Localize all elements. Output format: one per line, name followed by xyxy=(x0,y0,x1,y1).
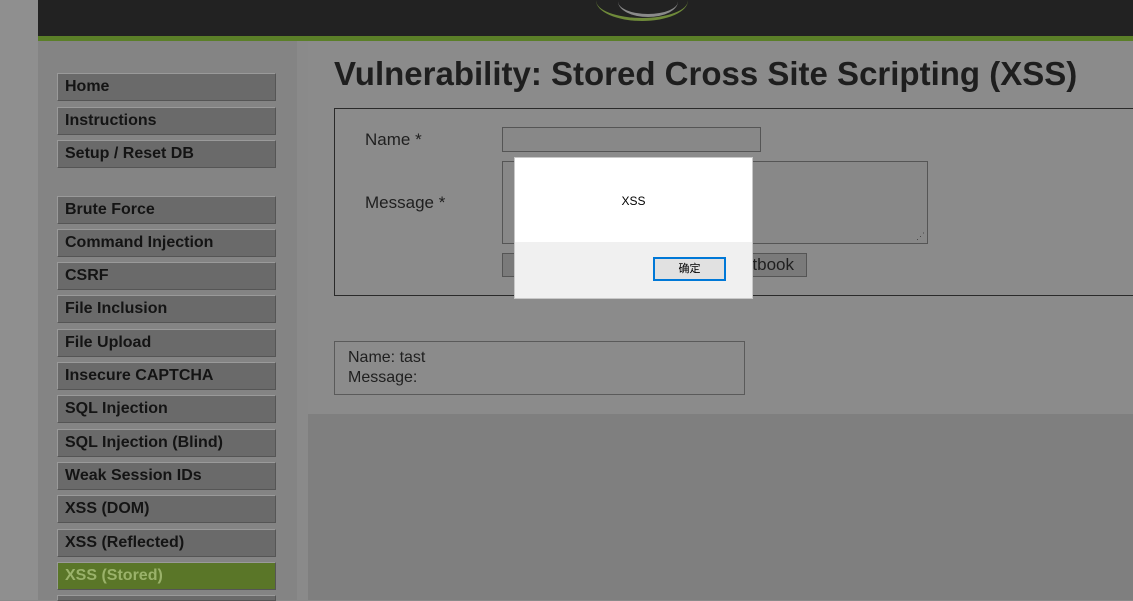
menu-item-partial[interactable] xyxy=(57,595,276,601)
name-label: Name * xyxy=(365,130,422,149)
top-header xyxy=(38,0,1133,36)
name-input[interactable] xyxy=(502,127,761,152)
page-title: Vulnerability: Stored Cross Site Scripti… xyxy=(334,55,1078,92)
menu-sql-injection-blind[interactable]: SQL Injection (Blind) xyxy=(57,429,276,457)
menu-home[interactable]: Home xyxy=(57,73,276,101)
menu-instructions[interactable]: Instructions xyxy=(57,107,276,135)
menu-setup-reset-db[interactable]: Setup / Reset DB xyxy=(57,140,276,168)
menu-sql-injection[interactable]: SQL Injection xyxy=(57,395,276,423)
entry-name: Name: tast xyxy=(348,349,426,366)
menu-command-injection[interactable]: Command Injection xyxy=(57,229,276,257)
left-gutter xyxy=(0,0,38,600)
menu-csrf[interactable]: CSRF xyxy=(57,262,276,290)
entry-message: Message: xyxy=(348,369,418,386)
menu-brute-force[interactable]: Brute Force xyxy=(57,196,276,224)
menu-xss-stored[interactable]: XSS (Stored) xyxy=(57,562,276,590)
menu-xss-dom[interactable]: XSS (DOM) xyxy=(57,495,276,523)
alert-footer: 确定 xyxy=(515,242,752,298)
content-background xyxy=(308,414,1133,600)
alert-dialog: XSS 确定 xyxy=(514,157,753,299)
menu-weak-session-ids[interactable]: Weak Session IDs xyxy=(57,462,276,490)
menu-xss-reflected[interactable]: XSS (Reflected) xyxy=(57,529,276,557)
menu-file-inclusion[interactable]: File Inclusion xyxy=(57,295,276,323)
resize-grip-icon[interactable]: ⋰ xyxy=(916,232,925,241)
alert-ok-button[interactable]: 确定 xyxy=(653,257,726,281)
menu-file-upload[interactable]: File Upload xyxy=(57,329,276,357)
message-label: Message * xyxy=(365,193,446,212)
alert-message: XSS xyxy=(621,194,646,208)
menu-insecure-captcha[interactable]: Insecure CAPTCHA xyxy=(57,362,276,390)
